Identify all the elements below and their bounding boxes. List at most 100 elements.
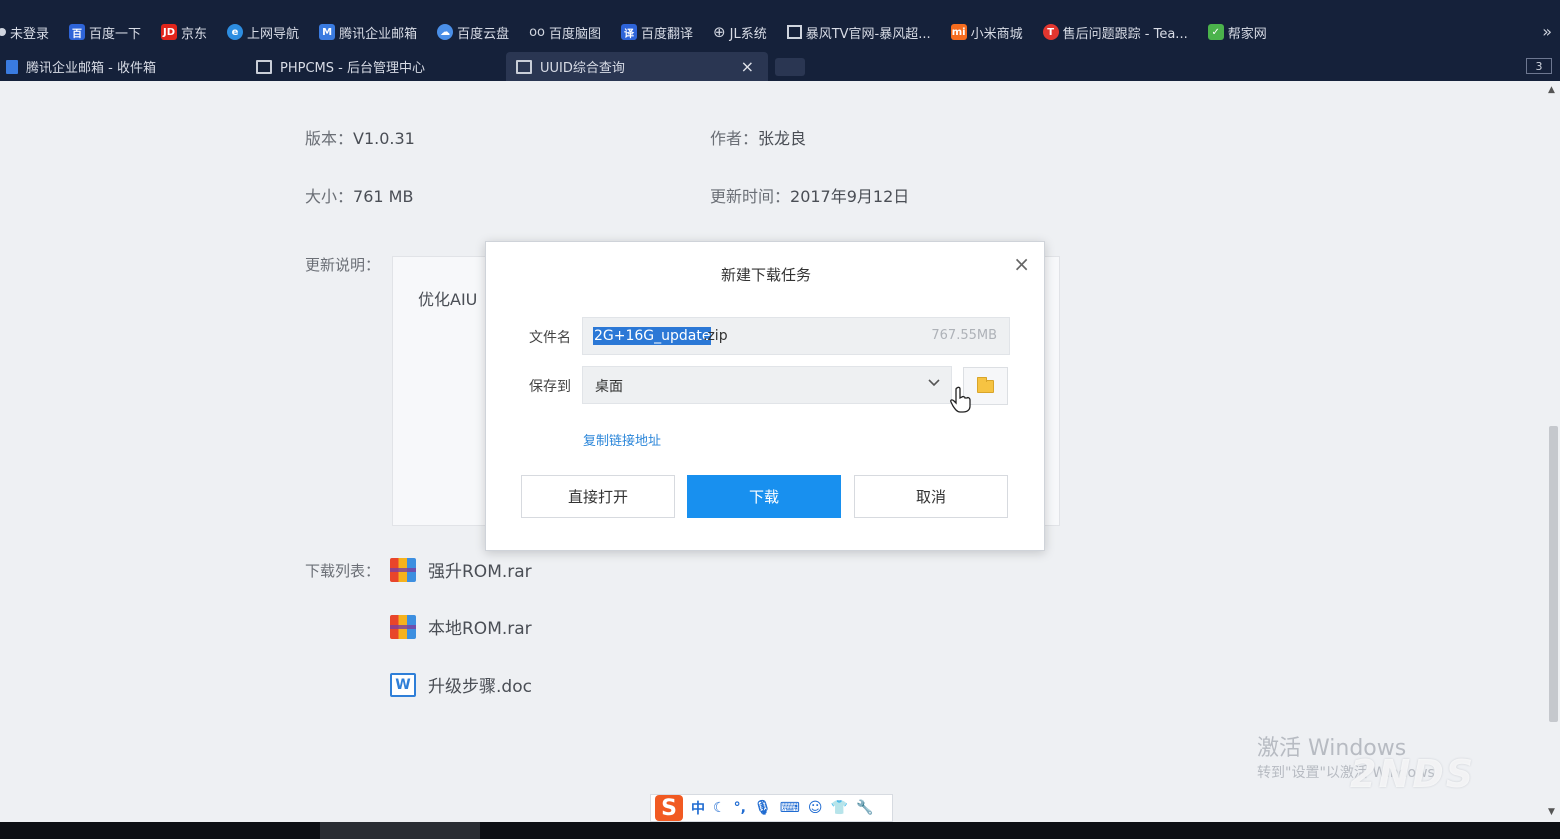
hand-cursor-icon (950, 386, 971, 413)
bookmark-label: 腾讯企业邮箱 (339, 26, 418, 42)
bookmark-exmail[interactable]: M 腾讯企业邮箱 (319, 23, 417, 42)
download-name: 强升ROM.rar (428, 562, 532, 582)
user-icon[interactable]: ☺ (808, 800, 823, 816)
bookmark-label: 暴风TV官网-暴风超... (805, 26, 931, 42)
mi-icon: mi (950, 24, 967, 40)
author-info: 作者：张龙良 (710, 125, 806, 149)
bookmark-teambition[interactable]: T 售后问题跟踪 - Tea... (1042, 23, 1188, 42)
filename-selected-text: 2G+16G_update (593, 327, 712, 345)
ime-toolbar: S 中 ☾ °, 🎙 ⌨ ☺ 👕 🔧 (650, 794, 893, 822)
cloud-icon: ☁ (437, 24, 454, 40)
tab-exmail[interactable]: 腾讯企业邮箱 - 收件箱 (0, 52, 246, 81)
ime-mode-toggle[interactable]: 中 (691, 798, 705, 818)
size-info: 大小：761 MB (305, 183, 413, 207)
author-value: 张龙良 (758, 129, 807, 148)
scroll-thumb[interactable] (1549, 426, 1558, 722)
download-item[interactable]: W 升级步骤.doc (390, 672, 532, 697)
download-item[interactable]: 本地ROM.rar (390, 614, 532, 639)
skin-icon[interactable]: 👕 (831, 800, 848, 816)
version-info: 版本：V1.0.31 (305, 125, 415, 149)
downloads-label: 下载列表： (305, 562, 381, 580)
settings-wrench-icon[interactable]: 🔧 (856, 800, 873, 816)
microphone-icon[interactable]: 🎙 (754, 800, 772, 816)
folder-icon (977, 376, 994, 393)
download-item[interactable]: 强升ROM.rar (390, 557, 532, 582)
tab-close-icon[interactable]: × (741, 57, 754, 76)
keyboard-icon[interactable]: ⌨ (780, 800, 800, 816)
bookmark-label: 小米商城 (970, 26, 1023, 42)
sogou-logo-icon[interactable]: S (655, 795, 683, 821)
taskbar (0, 822, 1560, 839)
new-download-dialog: 新建下载任务 × 文件名 2G+16G_update .zip 767.55MB… (485, 241, 1045, 551)
page-icon (786, 25, 802, 39)
copy-link-button[interactable]: 复制链接地址 (583, 430, 661, 449)
mail-icon: M (319, 24, 336, 40)
bookmark-baiduyun[interactable]: ☁ 百度云盘 (437, 23, 509, 42)
baidu-icon: 百 (69, 24, 86, 40)
bookmark-jd[interactable]: JD 京东 (161, 23, 207, 42)
teambition-icon: T (1042, 24, 1059, 40)
updated-value: 2017年9月12日 (790, 187, 910, 206)
page-icon (256, 59, 272, 74)
tab-label: PHPCMS - 后台管理中心 (280, 61, 425, 76)
scroll-up-icon[interactable]: ▲ (1548, 85, 1555, 95)
bookmark-baidu[interactable]: 百 百度一下 (69, 23, 141, 42)
cancel-button[interactable]: 取消 (854, 475, 1008, 518)
jd-icon: JD (161, 24, 178, 40)
scroll-down-icon[interactable]: ▼ (1548, 807, 1555, 817)
tab-uuid[interactable]: UUID综合查询 × (506, 52, 768, 81)
bookmark-label: 上网导航 (247, 26, 300, 42)
filename-input[interactable]: 2G+16G_update .zip 767.55MB (582, 317, 1010, 355)
bookmark-naotu[interactable]: oo 百度脑图 (529, 23, 601, 42)
saveto-label: 保存到 (529, 379, 571, 395)
open-directly-button[interactable]: 直接打开 (521, 475, 675, 518)
bookmark-label: 京东 (181, 26, 208, 42)
bookmark-label: 百度云盘 (457, 26, 510, 42)
bookmark-label: 未登录 (10, 26, 50, 42)
download-name: 升级步骤.doc (428, 677, 532, 697)
bookmark-bangjia[interactable]: ✓ 帮家网 (1207, 23, 1267, 42)
saveto-select[interactable]: 桌面 (582, 366, 952, 404)
tab-label: UUID综合查询 (540, 61, 625, 76)
tab-phpcms[interactable]: PHPCMS - 后台管理中心 (246, 52, 502, 81)
updated-info: 更新时间：2017年9月12日 (710, 183, 909, 207)
bookmark-label: 百度一下 (89, 26, 142, 42)
translate-icon: 译 (621, 24, 638, 40)
bookmark-label: 售后问题跟踪 - Tea... (1062, 26, 1188, 42)
more-bookmarks-icon[interactable]: » (1542, 22, 1552, 41)
dialog-title: 新建下载任务 (720, 266, 811, 284)
bookmark-fanyi[interactable]: 译 百度翻译 (621, 23, 693, 42)
tab-count-badge[interactable]: 3 (1526, 58, 1552, 74)
bookmark-user[interactable]: 未登录 (0, 23, 49, 42)
bookmark-label: JL系统 (729, 26, 767, 42)
bookmark-mi[interactable]: mi 小米商城 (950, 23, 1023, 42)
chevron-down-icon[interactable] (927, 375, 941, 393)
punctuation-icon[interactable]: °, (734, 800, 746, 816)
site-watermark-logo: 2NDS (1350, 752, 1476, 796)
rar-icon (390, 614, 416, 639)
bookmark-label: 帮家网 (1227, 26, 1267, 42)
updated-label: 更新时间： (710, 187, 791, 206)
bookmark-baofeng[interactable]: 暴风TV官网-暴风超... (786, 23, 931, 42)
download-button[interactable]: 下载 (687, 475, 841, 518)
bookmark-label: 百度脑图 (549, 26, 602, 42)
rar-icon (390, 557, 416, 582)
close-icon[interactable]: × (1013, 252, 1030, 276)
saveto-value: 桌面 (595, 379, 623, 395)
page-icon (516, 59, 532, 74)
notes-text: 优化AIU (418, 290, 478, 309)
taskbar-item[interactable] (320, 822, 480, 839)
mindmap-icon: oo (529, 24, 546, 40)
new-tab-button[interactable] (775, 58, 805, 76)
tab-label: 腾讯企业邮箱 - 收件箱 (26, 61, 156, 76)
bookmark-nav[interactable]: e 上网导航 (227, 23, 299, 42)
author-label: 作者： (710, 129, 759, 148)
ie-icon: e (227, 24, 244, 40)
bookmark-jl[interactable]: ⊕ JL系统 (713, 23, 767, 42)
moon-icon[interactable]: ☾ (713, 800, 726, 816)
filename-label: 文件名 (529, 330, 571, 346)
leaf-icon: ✓ (1207, 24, 1224, 40)
vertical-scrollbar[interactable]: ▲ ▼ (1546, 81, 1560, 821)
size-label: 大小： (305, 187, 354, 206)
globe-icon: ⊕ (713, 23, 726, 41)
